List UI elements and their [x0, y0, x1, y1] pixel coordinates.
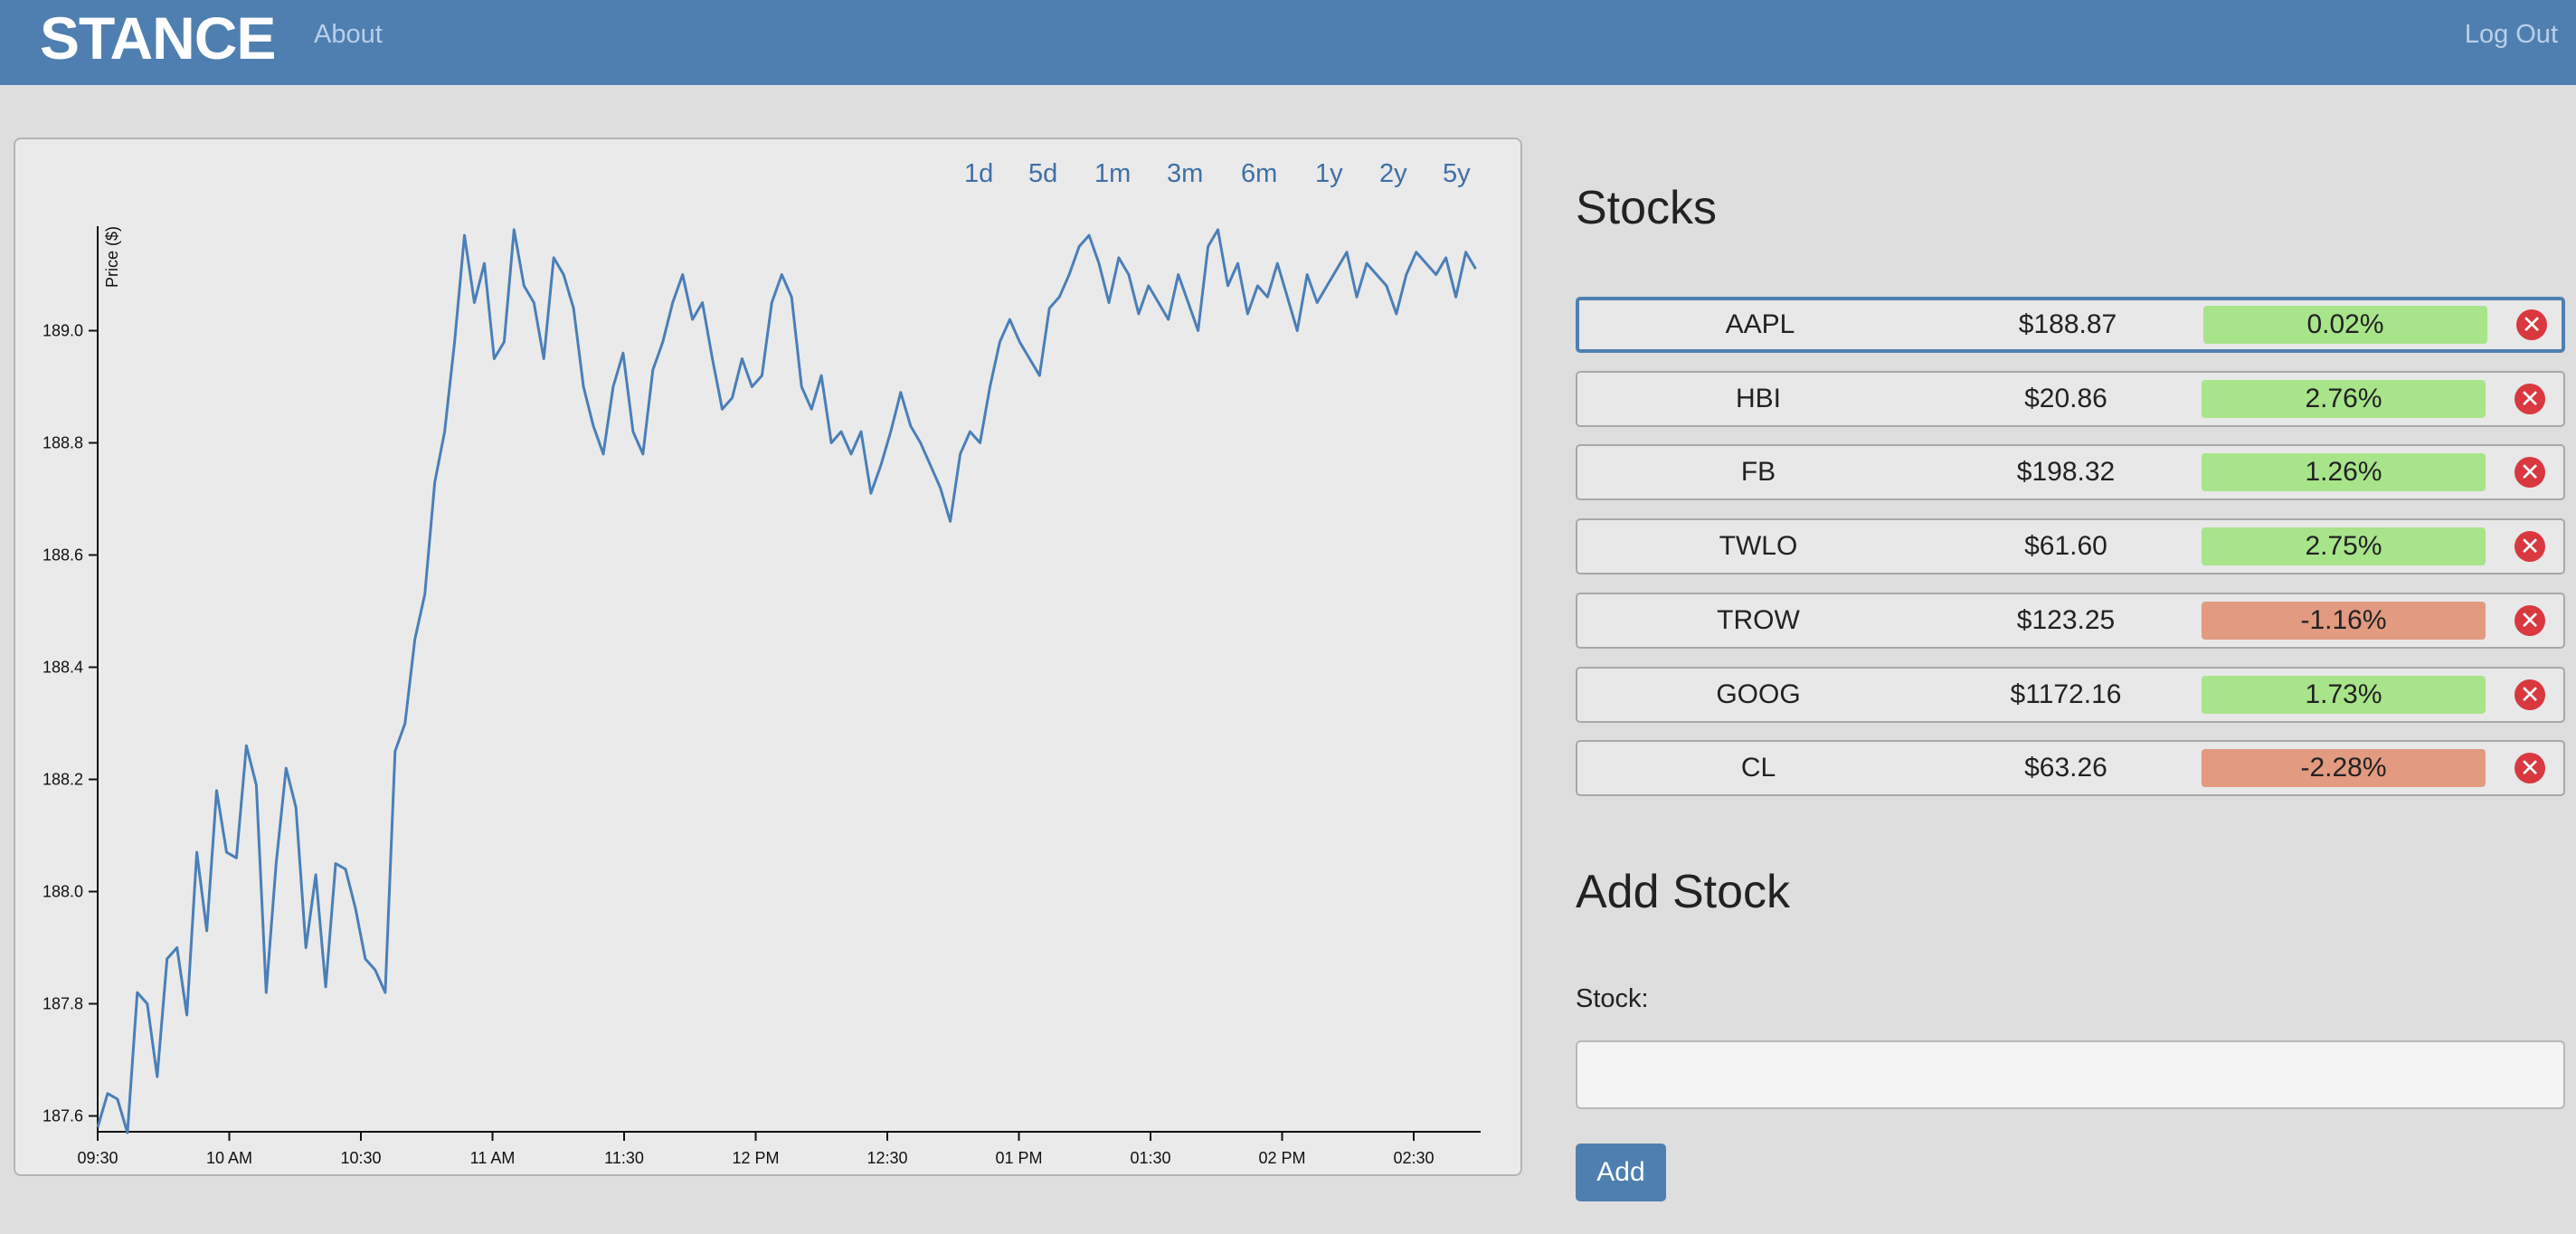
- logout-link[interactable]: Log Out: [2465, 20, 2558, 50]
- stock-price: $61.60: [2024, 531, 2107, 562]
- add-stock-button[interactable]: Add: [1576, 1144, 1666, 1201]
- stock-field-label: Stock:: [1576, 984, 1649, 1013]
- stock-price: $20.86: [2024, 383, 2107, 413]
- stock-price: $63.26: [2024, 753, 2107, 783]
- y-tick-label: 188.0: [43, 883, 83, 901]
- stock-row-twlo[interactable]: TWLO $61.60 2.75% ✕: [1576, 518, 2565, 575]
- remove-stock-icon[interactable]: ✕: [2516, 309, 2547, 340]
- remove-stock-icon[interactable]: ✕: [2514, 531, 2545, 563]
- x-tick-label: 11:30: [604, 1149, 644, 1167]
- navbar: STANCE About Log Out: [0, 0, 2576, 85]
- x-tick-label: 11 AM: [470, 1149, 516, 1167]
- stock-change-badge: 2.75%: [2202, 527, 2486, 566]
- nav-about-link[interactable]: About: [314, 20, 383, 50]
- y-tick-label: 188.6: [43, 546, 83, 565]
- stock-change-badge: 1.26%: [2202, 453, 2486, 492]
- stock-price: $1172.16: [2010, 679, 2122, 709]
- x-tick-label: 10:30: [340, 1149, 381, 1167]
- stock-price: $198.32: [2016, 457, 2116, 488]
- stock-row-cl[interactable]: CL $63.26 -2.28% ✕: [1576, 740, 2565, 797]
- price-line: [96, 228, 1477, 1134]
- stock-change-badge: -2.28%: [2202, 749, 2486, 788]
- x-tick-label: 12 PM: [732, 1149, 779, 1167]
- x-tick-label: 09:30: [77, 1149, 118, 1167]
- stock-row-hbi[interactable]: HBI $20.86 2.76% ✕: [1576, 370, 2565, 427]
- stock-symbol: GOOG: [1716, 679, 1801, 709]
- x-tick-label: 02:30: [1393, 1149, 1434, 1167]
- remove-stock-icon[interactable]: ✕: [2514, 383, 2545, 414]
- stock-symbol: FB: [1740, 457, 1776, 488]
- y-tick-label: 187.8: [43, 995, 83, 1013]
- x-tick-label: 10 AM: [206, 1149, 252, 1167]
- stock-change-badge: 0.02%: [2203, 306, 2487, 344]
- stock-symbol: TROW: [1717, 604, 1800, 635]
- stocks-heading: Stocks: [1576, 182, 1718, 234]
- y-tick-label: 188.4: [43, 659, 83, 677]
- y-tick-label: 189.0: [43, 322, 83, 340]
- stock-symbol-input[interactable]: [1576, 1040, 2565, 1109]
- y-tick-label: 188.8: [43, 434, 83, 452]
- stock-change-badge: 2.76%: [2202, 379, 2486, 418]
- brand-logo[interactable]: STANCE: [40, 4, 276, 72]
- x-tick-label: 01 PM: [995, 1149, 1042, 1167]
- stock-row-aapl[interactable]: AAPL $188.87 0.02% ✕: [1576, 297, 2565, 353]
- stock-change-badge: -1.16%: [2202, 601, 2486, 640]
- stock-symbol: TWLO: [1719, 531, 1798, 562]
- stock-price: $123.25: [2016, 604, 2116, 635]
- stock-symbol: HBI: [1735, 383, 1781, 413]
- x-tick-label: 12:30: [867, 1149, 907, 1167]
- remove-stock-icon[interactable]: ✕: [2514, 457, 2545, 489]
- stock-row-trow[interactable]: TROW $123.25 -1.16% ✕: [1576, 592, 2565, 649]
- y-tick-label: 187.6: [43, 1107, 83, 1125]
- stock-price: $188.87: [2018, 309, 2117, 339]
- x-tick-label: 01:30: [1130, 1149, 1170, 1167]
- chart-panel: 1d 5d 1m 3m 6m 1y 2y 5y 187.6 187.8 188.0 188.2 188…: [14, 138, 1522, 1176]
- stock-row-fb[interactable]: FB $198.32 1.26% ✕: [1576, 444, 2565, 501]
- remove-stock-icon[interactable]: ✕: [2514, 604, 2545, 636]
- x-tick-label: 02 PM: [1258, 1149, 1305, 1167]
- y-tick-label: 188.2: [43, 771, 83, 789]
- add-stock-heading: Add Stock: [1576, 866, 1791, 918]
- stock-symbol: AAPL: [1725, 309, 1795, 339]
- remove-stock-icon[interactable]: ✕: [2514, 679, 2545, 710]
- price-chart: 187.6 187.8 188.0 188.2 188.4 188.6 188.8 189.0…: [43, 226, 1481, 1167]
- y-axis-label: Price ($): [103, 226, 121, 288]
- stock-change-badge: 1.73%: [2202, 675, 2486, 714]
- stock-row-goog[interactable]: GOOG $1172.16 1.73% ✕: [1576, 666, 2565, 723]
- stock-symbol: CL: [1740, 753, 1776, 783]
- remove-stock-icon[interactable]: ✕: [2514, 753, 2545, 784]
